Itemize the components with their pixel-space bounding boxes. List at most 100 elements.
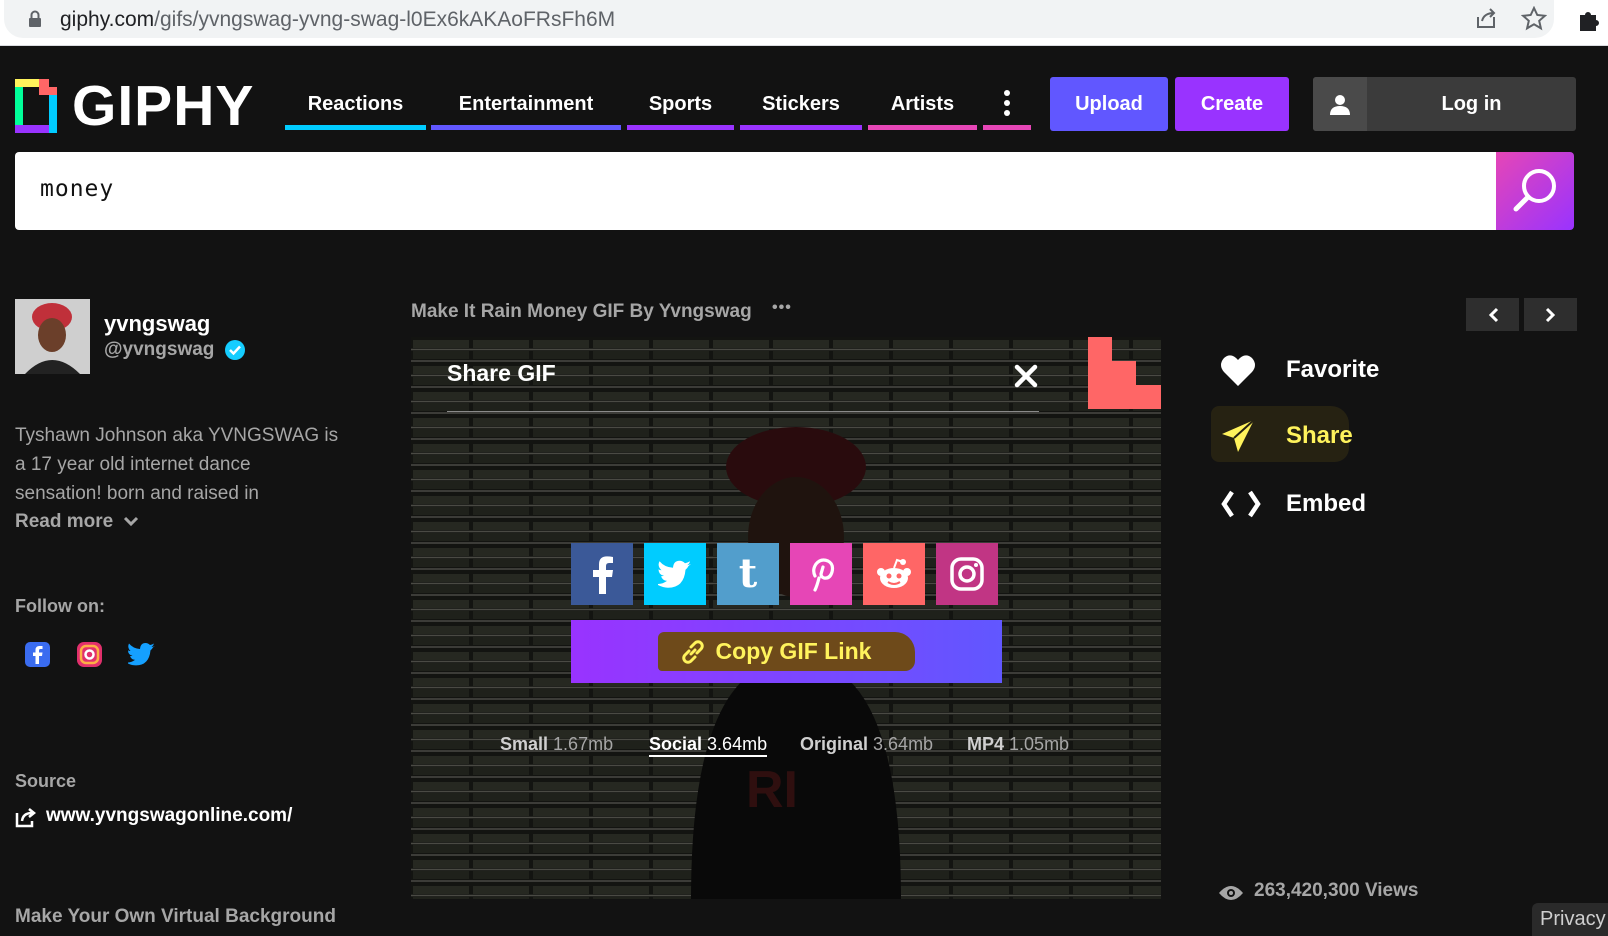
favorite-label: Favorite xyxy=(1286,356,1380,383)
nav-sports[interactable]: Sports xyxy=(627,92,734,130)
tumblr-share-button[interactable]: t xyxy=(717,543,779,605)
create-button[interactable]: Create xyxy=(1175,77,1289,131)
source-label: Source xyxy=(15,771,77,791)
more-vertical-icon xyxy=(1004,90,1010,116)
nav-entertainment-underline xyxy=(431,125,621,130)
user-icon xyxy=(1313,77,1367,131)
copy-gif-link-button[interactable]: Copy GIF Link xyxy=(571,620,1002,683)
giphy-logo-icon[interactable] xyxy=(15,79,57,133)
creator-bio: Tyshawn Johnson aka YVNGSWAG is a 17 yea… xyxy=(15,421,338,508)
bio-line: a 17 year old internet dance xyxy=(15,454,251,475)
read-more-button[interactable]: Read more xyxy=(15,511,139,533)
nav-sports-label: Sports xyxy=(648,93,713,115)
copy-link-label: Copy GIF Link xyxy=(715,638,872,664)
size-option-mp4[interactable]: MP4 1.05mb xyxy=(967,734,1069,755)
nav-artists[interactable]: Artists xyxy=(868,92,977,130)
link-icon xyxy=(681,639,704,664)
favorite-button[interactable]: Favorite xyxy=(1220,350,1400,390)
nav-entertainment-label: Entertainment xyxy=(458,93,594,115)
bio-line: Tyshawn Johnson aka YVNGSWAG is xyxy=(15,425,339,446)
share-panel-title: Share GIF xyxy=(447,360,556,386)
virtual-background-link[interactable]: Make Your Own Virtual Background xyxy=(15,906,336,928)
avatar[interactable] xyxy=(15,299,90,374)
reddit-icon xyxy=(877,558,911,588)
privacy-button[interactable]: Privacy xyxy=(1532,903,1608,936)
facebook-icon xyxy=(593,556,613,594)
twitter-icon xyxy=(658,560,691,588)
nav-stickers[interactable]: Stickers xyxy=(740,92,862,130)
giphy-logo-text[interactable]: GIPHY xyxy=(72,74,254,138)
extensions-icon[interactable] xyxy=(1576,6,1602,32)
nav-artists-label: Artists xyxy=(890,93,955,115)
search-icon xyxy=(1513,169,1556,212)
share-panel-divider xyxy=(447,411,1039,412)
heart-icon xyxy=(1221,355,1255,386)
code-brackets-icon xyxy=(1221,490,1261,518)
facebook-share-button[interactable] xyxy=(571,543,633,605)
chevron-left-icon xyxy=(1488,307,1498,322)
bio-line: sensation! born and raised in xyxy=(15,483,259,504)
gif-more-button[interactable]: ••• xyxy=(772,299,792,317)
size-option-original[interactable]: Original 3.64mb xyxy=(800,734,933,755)
creator-handle[interactable]: @yvngswag xyxy=(104,339,214,361)
reddit-share-button[interactable] xyxy=(863,543,925,605)
nav-reactions-label: Reactions xyxy=(307,93,404,115)
view-count: 263,420,300 Views xyxy=(1254,880,1419,901)
twitter-follow-icon[interactable] xyxy=(128,643,156,667)
upload-button[interactable]: Upload xyxy=(1050,77,1168,131)
close-icon[interactable] xyxy=(1014,364,1038,388)
chevron-down-icon xyxy=(124,516,139,527)
gif-image: RI xyxy=(411,337,1161,899)
copy-link-highlight: Copy GIF Link xyxy=(657,632,916,671)
share-corner-icon xyxy=(1088,337,1161,409)
twitter-share-button[interactable] xyxy=(644,543,706,605)
follow-on-label: Follow on: xyxy=(15,596,105,616)
next-gif-button[interactable] xyxy=(1524,298,1577,331)
login-label: Log in xyxy=(1441,93,1502,115)
pinterest-icon xyxy=(812,558,835,592)
size-option-social[interactable]: Social 3.64mb xyxy=(649,734,768,757)
gif-media[interactable]: RI xyxy=(411,337,1161,899)
size-option-small[interactable]: Small 1.67mb xyxy=(500,734,613,755)
search-input[interactable] xyxy=(40,176,1440,202)
pinterest-share-button[interactable] xyxy=(790,543,852,605)
search-button[interactable] xyxy=(1496,152,1574,230)
share-button[interactable]: Share xyxy=(1220,416,1400,456)
nav-reactions-underline xyxy=(285,125,426,130)
nav-entertainment[interactable]: Entertainment xyxy=(431,92,621,130)
instagram-follow-icon[interactable] xyxy=(77,642,102,667)
nav-more-underline xyxy=(983,125,1031,130)
eye-icon xyxy=(1219,886,1243,900)
avatar-image xyxy=(15,299,90,374)
embed-label: Embed xyxy=(1286,490,1367,517)
source-link[interactable]: www.yvngswagonline.com/ xyxy=(46,805,292,827)
size-name: Social xyxy=(649,734,703,754)
browser-toolbar: giphy.com/gifs/yvngswag-yvng-swag-l0Ex6k… xyxy=(0,0,1608,46)
size-value: 3.64mb xyxy=(707,734,768,754)
address-text[interactable]: giphy.com/gifs/yvngswag-yvng-swag-l0Ex6k… xyxy=(60,8,615,32)
size-value: 1.67mb xyxy=(553,734,614,754)
nav-reactions[interactable]: Reactions xyxy=(285,92,426,130)
instagram-icon xyxy=(950,557,984,591)
share-page-icon[interactable] xyxy=(1474,7,1498,31)
nav-sports-underline xyxy=(627,125,734,130)
prev-gif-button[interactable] xyxy=(1466,298,1519,331)
size-name: Original xyxy=(800,734,869,754)
share-label: Share xyxy=(1286,422,1353,449)
paper-plane-icon xyxy=(1222,419,1255,452)
instagram-share-button[interactable] xyxy=(936,543,998,605)
chevron-right-icon xyxy=(1545,307,1555,322)
read-more-label: Read more xyxy=(15,511,114,532)
nav-more-button[interactable] xyxy=(983,90,1031,130)
embed-button[interactable]: Embed xyxy=(1220,484,1400,524)
lock-icon[interactable] xyxy=(28,10,42,28)
tumblr-icon: t xyxy=(738,550,758,597)
size-value: 1.05mb xyxy=(1009,734,1070,754)
size-name: MP4 xyxy=(967,734,1005,754)
verified-badge-icon xyxy=(225,340,245,360)
bookmark-star-icon[interactable] xyxy=(1521,6,1547,32)
nav-stickers-underline xyxy=(740,125,862,130)
facebook-follow-icon[interactable] xyxy=(25,642,50,667)
creator-name[interactable]: yvngswag xyxy=(104,311,210,337)
login-button[interactable]: Log in xyxy=(1313,77,1576,131)
